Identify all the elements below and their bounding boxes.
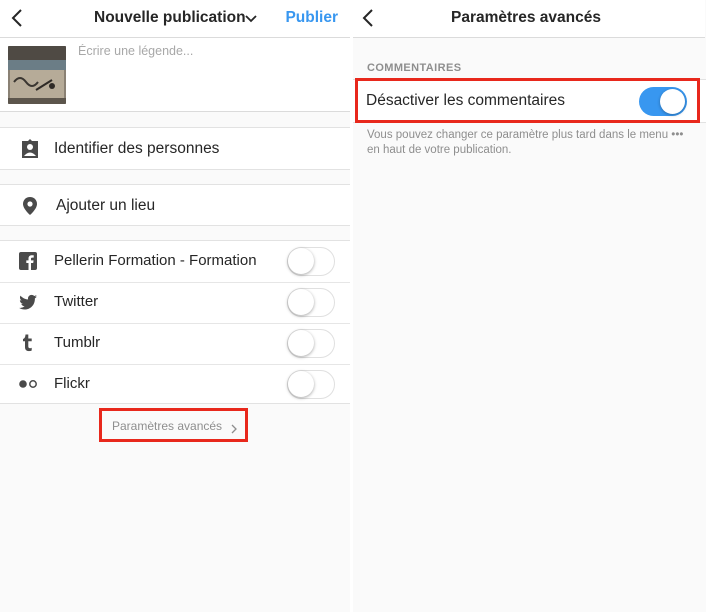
twitter-share-toggle[interactable] bbox=[287, 288, 335, 317]
post-thumbnail bbox=[8, 46, 66, 104]
advanced-settings-header: Paramètres avancés bbox=[353, 0, 705, 38]
publish-button[interactable]: Publier bbox=[285, 9, 338, 27]
flickr-share-toggle[interactable] bbox=[287, 370, 335, 399]
facebook-icon bbox=[18, 251, 38, 271]
share-targets-list: Pellerin Formation - Formation Twitter T… bbox=[0, 240, 350, 404]
chevron-left-icon bbox=[362, 9, 373, 27]
share-row-flickr[interactable]: Flickr bbox=[0, 364, 350, 405]
advanced-settings-link[interactable]: Paramètres avancés bbox=[99, 408, 248, 442]
disable-comments-label: Désactiver les commentaires bbox=[366, 92, 565, 109]
twitter-icon bbox=[18, 292, 38, 312]
share-row-twitter[interactable]: Twitter bbox=[0, 282, 350, 323]
add-location-row[interactable]: Ajouter un lieu bbox=[0, 184, 350, 226]
tag-person-icon bbox=[19, 138, 41, 160]
share-label-twitter: Twitter bbox=[54, 293, 99, 310]
disable-comments-toggle[interactable] bbox=[639, 87, 687, 116]
advanced-settings-panel: Paramètres avancés COMMENTAIRES Désactiv… bbox=[353, 0, 706, 612]
new-post-title[interactable]: Nouvelle publication bbox=[94, 9, 246, 27]
caption-area bbox=[0, 38, 350, 112]
tag-people-label: Identifier des personnes bbox=[54, 140, 220, 157]
share-row-facebook[interactable]: Pellerin Formation - Formation bbox=[0, 241, 350, 282]
share-label-facebook: Pellerin Formation - Formation bbox=[54, 252, 257, 269]
location-pin-icon bbox=[19, 195, 41, 217]
caption-input[interactable] bbox=[78, 44, 338, 104]
flickr-icon bbox=[18, 374, 38, 394]
tumblr-icon bbox=[18, 333, 38, 353]
tumblr-share-toggle[interactable] bbox=[287, 329, 335, 358]
comments-help-text: Vous pouvez changer ce paramètre plus ta… bbox=[367, 129, 684, 156]
facebook-share-toggle[interactable] bbox=[287, 247, 335, 276]
chevron-left-icon bbox=[11, 9, 22, 27]
share-label-tumblr: Tumblr bbox=[54, 334, 101, 351]
comments-section-header: COMMENTAIRES bbox=[367, 62, 462, 74]
add-location-label: Ajouter un lieu bbox=[56, 197, 156, 214]
chevron-down-icon[interactable] bbox=[244, 12, 258, 24]
new-post-header: Nouvelle publication Publier bbox=[0, 0, 350, 38]
screen: Nouvelle publication Publier Écrire une … bbox=[0, 0, 706, 612]
tag-people-row[interactable]: Identifier des personnes bbox=[0, 127, 350, 170]
advanced-settings-label: Paramètres avancés bbox=[112, 419, 223, 433]
new-post-panel: Nouvelle publication Publier Écrire une … bbox=[0, 0, 350, 612]
share-row-tumblr[interactable]: Tumblr bbox=[0, 323, 350, 364]
advanced-settings-title: Paramètres avancés bbox=[451, 9, 601, 26]
chevron-right-icon bbox=[230, 421, 238, 434]
share-label-flickr: Flickr bbox=[54, 375, 90, 392]
back-button[interactable] bbox=[359, 8, 379, 28]
back-button[interactable] bbox=[8, 8, 28, 28]
disable-comments-row[interactable]: Désactiver les commentaires bbox=[353, 79, 706, 123]
